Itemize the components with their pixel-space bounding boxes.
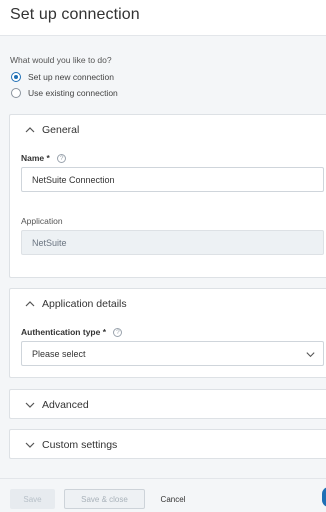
name-field-label: Name * ? <box>21 153 67 164</box>
required-marker: * <box>46 153 50 163</box>
advanced-panel-header[interactable]: Advanced <box>10 390 326 420</box>
chevron-up-icon <box>25 127 35 133</box>
panel-title: Custom settings <box>42 439 118 451</box>
radio-setup-new-connection[interactable]: Set up new connection <box>11 71 114 83</box>
save-and-close-button[interactable]: Save & close <box>64 489 145 509</box>
panel-title: General <box>42 124 80 136</box>
advanced-panel: Advanced <box>9 389 326 419</box>
chevron-down-icon <box>306 352 315 358</box>
application-details-panel-header[interactable]: Application details <box>10 289 326 319</box>
custom-settings-panel-header[interactable]: Custom settings <box>10 430 326 460</box>
general-panel: General Name * ? NetSuite Connection App… <box>9 114 326 278</box>
radio-label: Use existing connection <box>28 88 118 98</box>
general-panel-header[interactable]: General <box>10 115 326 145</box>
name-input[interactable]: NetSuite Connection <box>21 167 324 192</box>
radio-button-checked[interactable] <box>11 72 21 82</box>
radio-button[interactable] <box>11 88 21 98</box>
cancel-button[interactable]: Cancel <box>153 489 193 509</box>
chevron-up-icon <box>25 301 35 307</box>
page-header: Set up connection <box>0 0 326 36</box>
panel-title: Application details <box>42 298 127 310</box>
chevron-down-icon <box>25 402 35 408</box>
intent-question: What would you like to do? <box>10 55 112 65</box>
auth-label-text: Authentication type <box>21 327 101 337</box>
radio-use-existing-connection[interactable]: Use existing connection <box>11 87 118 99</box>
name-label-text: Name <box>21 153 45 163</box>
save-button[interactable]: Save <box>10 489 55 509</box>
required-marker: * <box>102 327 107 337</box>
page-title: Set up connection <box>10 6 140 23</box>
help-launcher-button[interactable] <box>322 487 326 507</box>
authentication-type-select[interactable]: Please select <box>21 341 324 366</box>
authentication-type-field-label: Authentication type * ? <box>21 327 123 338</box>
footer-bar: Save Save & close Cancel <box>0 478 326 512</box>
question-circle-icon[interactable]: ? <box>113 328 123 338</box>
panel-title: Advanced <box>42 399 89 411</box>
custom-settings-panel: Custom settings <box>9 429 326 459</box>
chevron-down-icon <box>25 442 35 448</box>
application-input: NetSuite <box>21 230 324 255</box>
radio-label: Set up new connection <box>28 72 115 82</box>
application-details-panel: Application details Authentication type … <box>9 288 326 378</box>
question-circle-icon[interactable]: ? <box>57 154 67 164</box>
select-value: Please select <box>32 348 86 359</box>
application-field-label: Application <box>21 216 63 226</box>
